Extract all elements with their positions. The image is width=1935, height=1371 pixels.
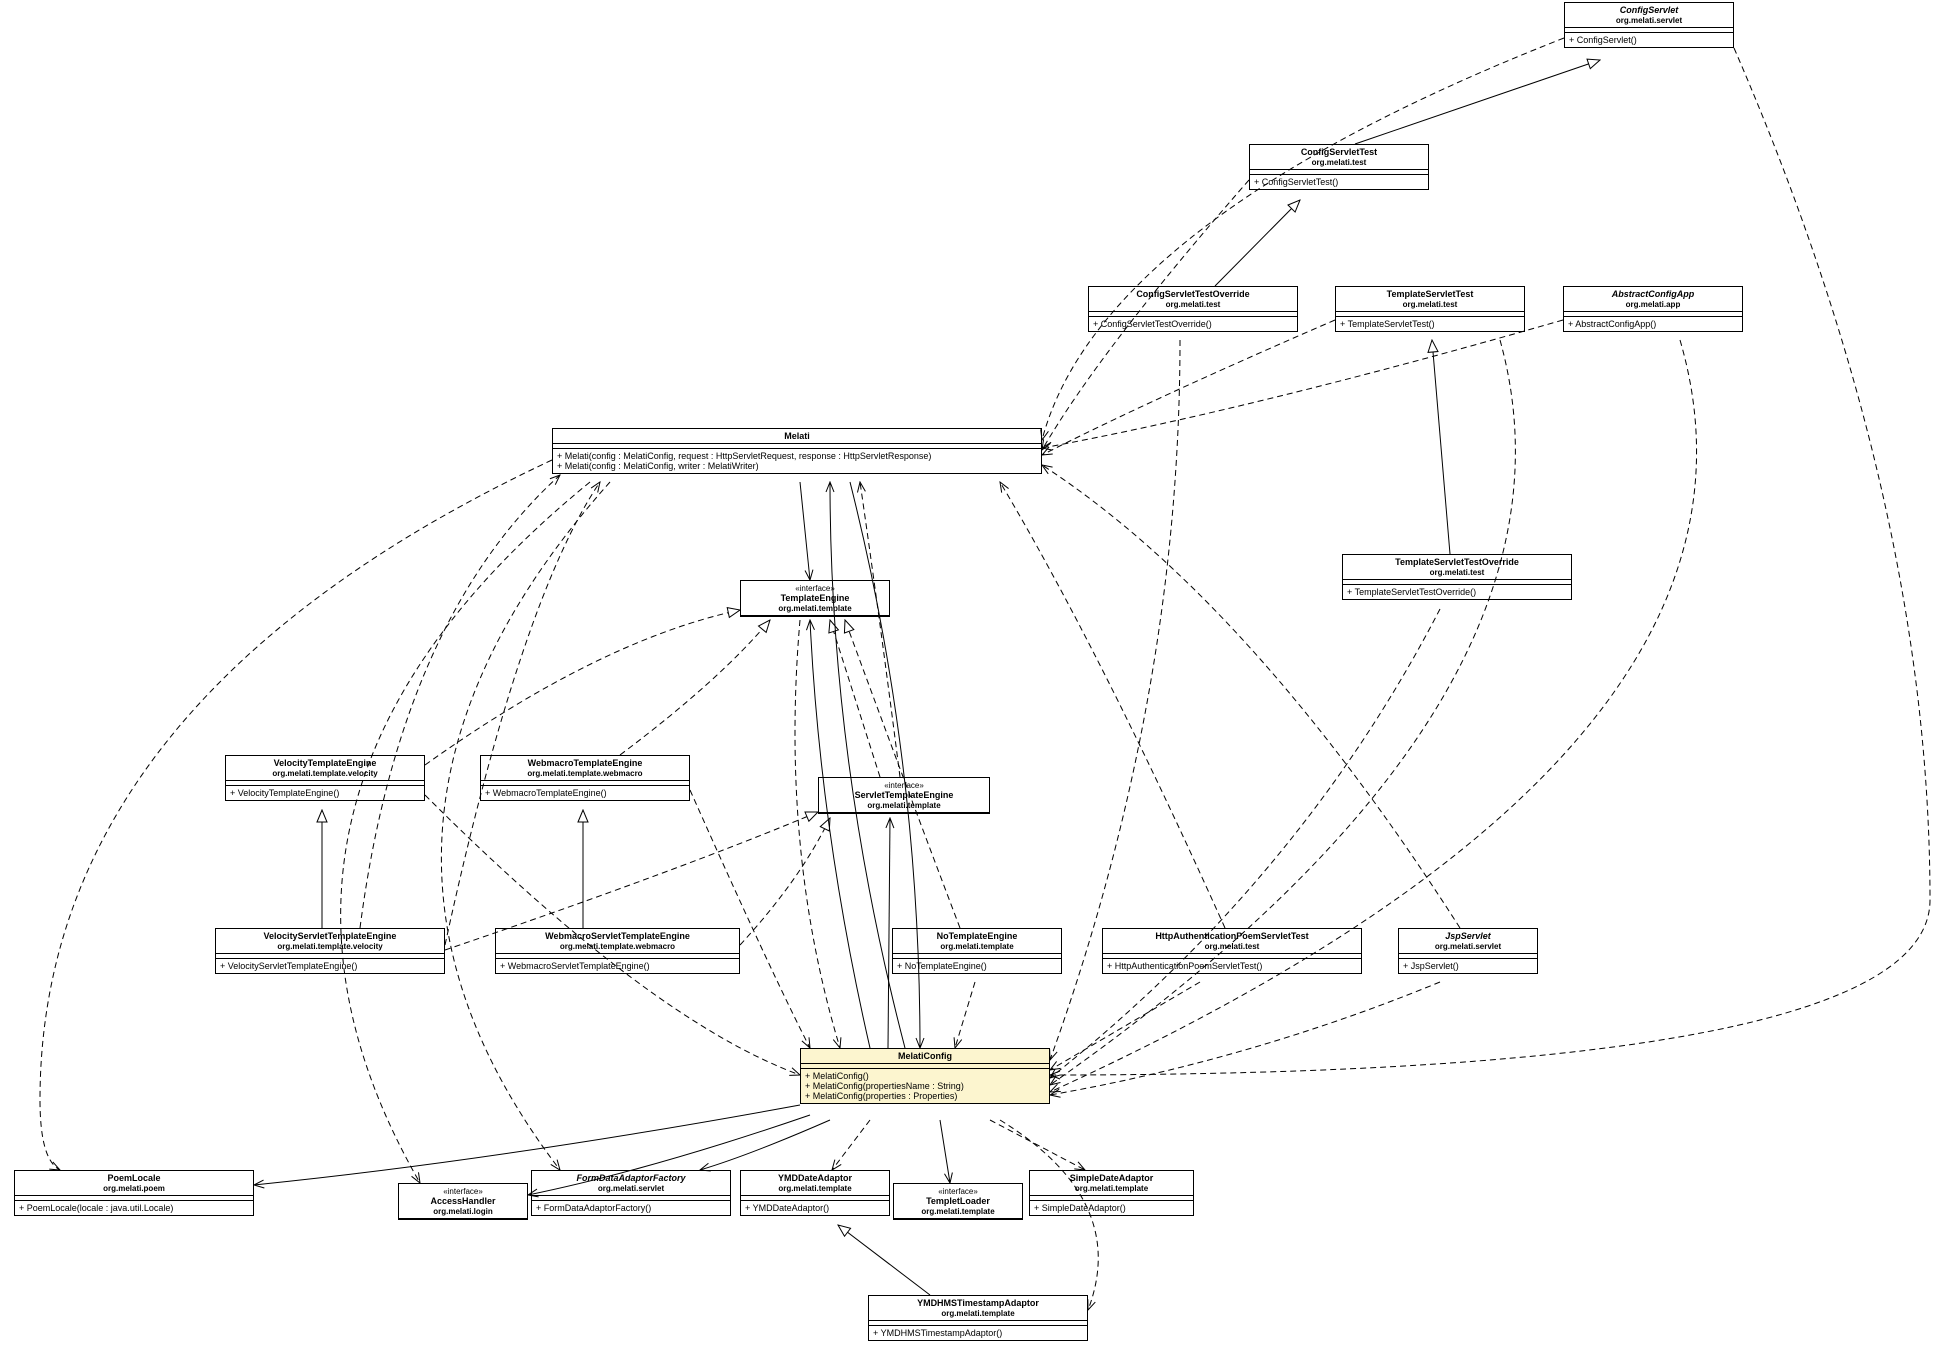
class-JspServlet: JspServletorg.melati.servlet + JspServle… — [1398, 928, 1538, 974]
class-HttpAuthenticationPoemServletTest: HttpAuthenticationPoemServletTestorg.mel… — [1102, 928, 1362, 974]
connectors — [0, 0, 1935, 1371]
class-WebmacroServletTemplateEngine: WebmacroServletTemplateEngineorg.melati.… — [495, 928, 740, 974]
class-FormDataAdaptorFactory: FormDataAdaptorFactoryorg.melati.servlet… — [531, 1170, 731, 1216]
class-ConfigServletTest: ConfigServletTestorg.melati.test + Confi… — [1249, 144, 1429, 190]
class-WebmacroTemplateEngine: WebmacroTemplateEngineorg.melati.templat… — [480, 755, 690, 801]
class-AccessHandler: «interface»AccessHandlerorg.melati.login — [398, 1183, 528, 1220]
class-VelocityServletTemplateEngine: VelocityServletTemplateEngineorg.melati.… — [215, 928, 445, 974]
class-TempletLoader: «interface»TempletLoaderorg.melati.templ… — [893, 1183, 1023, 1220]
class-AbstractConfigApp: AbstractConfigApporg.melati.app + Abstra… — [1563, 286, 1743, 332]
class-TemplateServletTest: TemplateServletTestorg.melati.test + Tem… — [1335, 286, 1525, 332]
class-TemplateServletTestOverride: TemplateServletTestOverrideorg.melati.te… — [1342, 554, 1572, 600]
class-ConfigServletTestOverride: ConfigServletTestOverrideorg.melati.test… — [1088, 286, 1298, 332]
class-NoTemplateEngine: NoTemplateEngineorg.melati.template + No… — [892, 928, 1062, 974]
class-Melati: Melati + Melati(config : MelatiConfig, r… — [552, 428, 1042, 474]
class-ServletTemplateEngine: «interface»ServletTemplateEngineorg.mela… — [818, 777, 990, 814]
class-MelatiConfig: MelatiConfig + MelatiConfig() + MelatiCo… — [800, 1048, 1050, 1104]
class-ConfigServlet: ConfigServletorg.melati.servlet + Config… — [1564, 2, 1734, 48]
class-YMDHMSTimestampAdaptor: YMDHMSTimestampAdaptororg.melati.templat… — [868, 1295, 1088, 1341]
class-VelocityTemplateEngine: VelocityTemplateEngineorg.melati.templat… — [225, 755, 425, 801]
uml-diagram: ConfigServletorg.melati.servlet + Config… — [0, 0, 1935, 1371]
class-YMDDateAdaptor: YMDDateAdaptororg.melati.template + YMDD… — [740, 1170, 890, 1216]
class-TemplateEngine: «interface»TemplateEngineorg.melati.temp… — [740, 580, 890, 617]
class-SimpleDateAdaptor: SimpleDateAdaptororg.melati.template + S… — [1029, 1170, 1194, 1216]
class-PoemLocale: PoemLocaleorg.melati.poem + PoemLocale(l… — [14, 1170, 254, 1216]
